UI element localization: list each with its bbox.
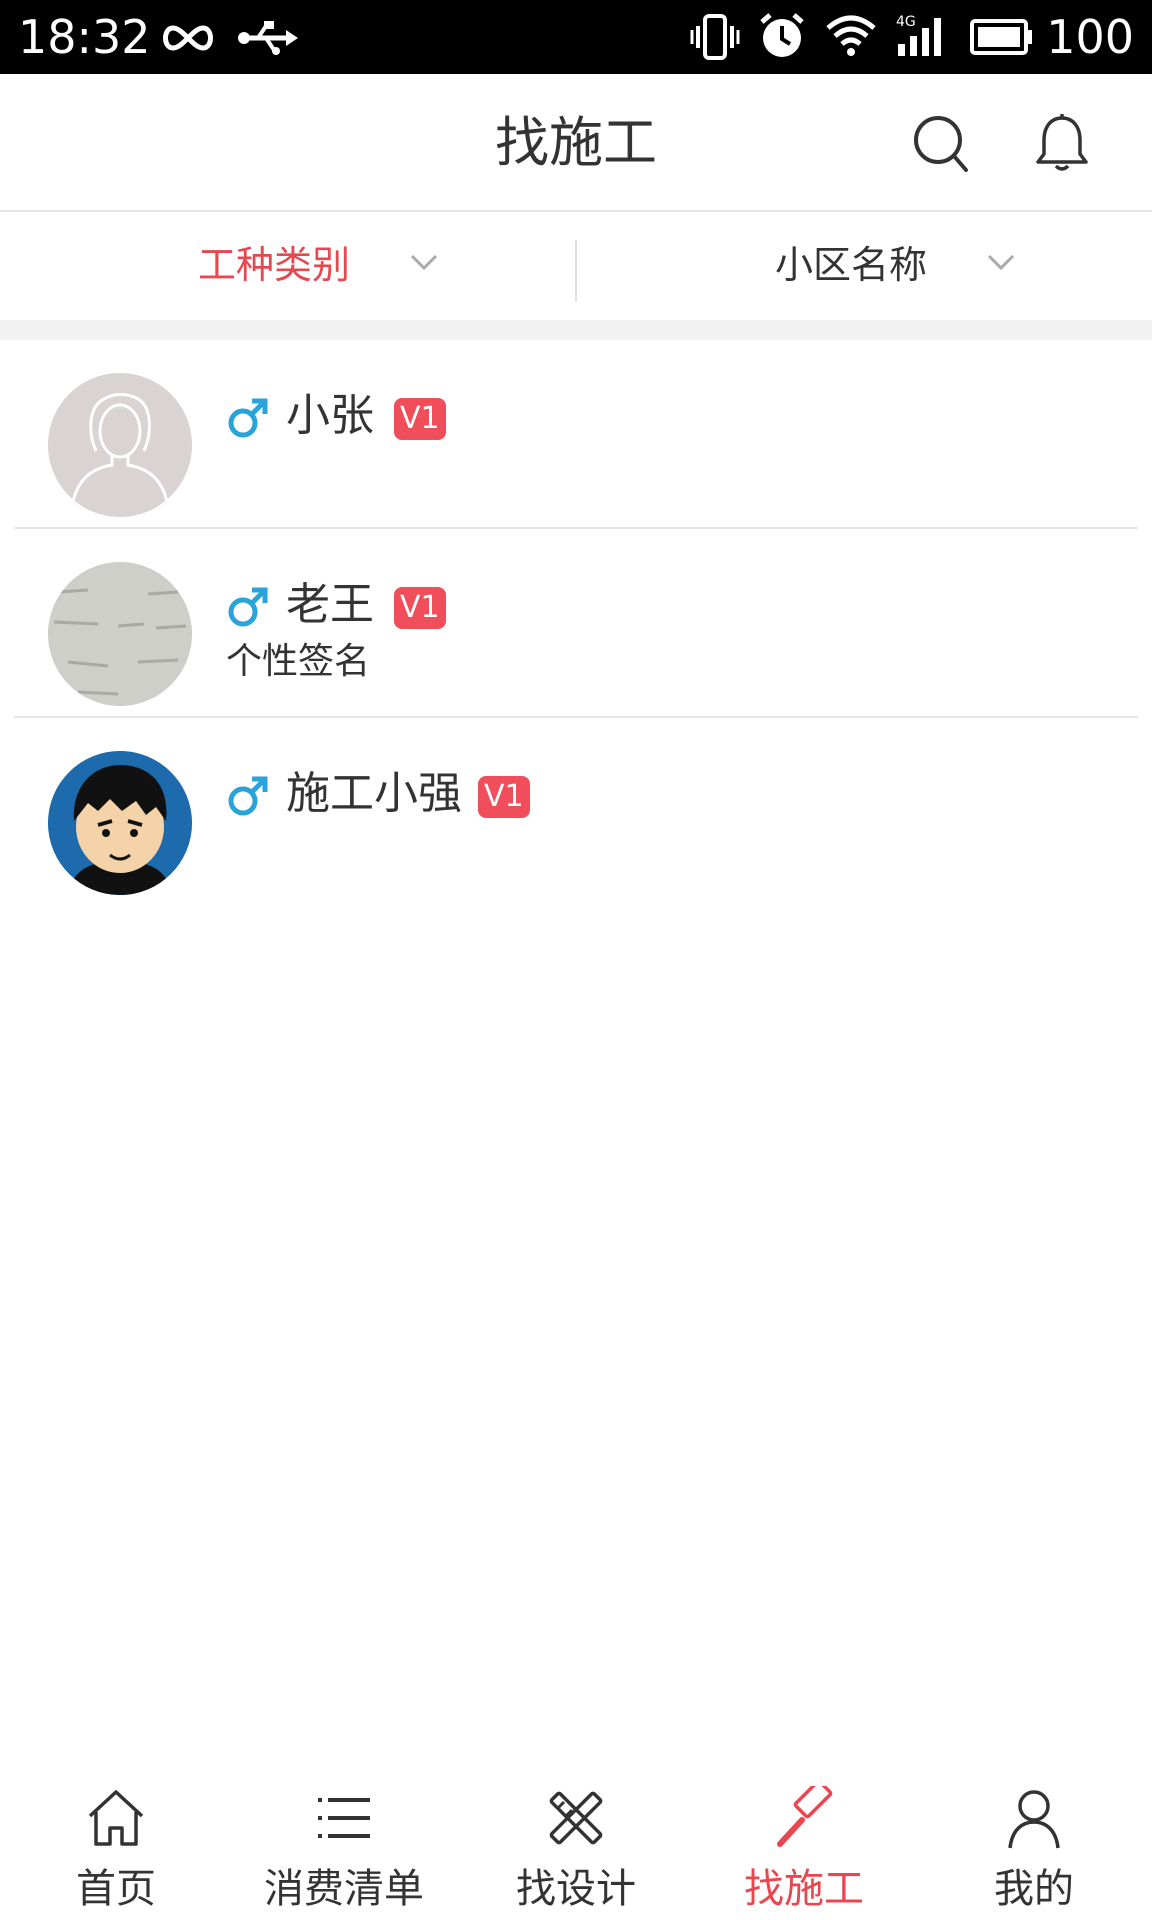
filter-label: 工种类别 — [198, 243, 351, 287]
filter-trade-type[interactable]: 工种类别 — [0, 212, 575, 320]
level-badge: V1 — [478, 776, 530, 818]
wifi-icon — [826, 15, 876, 56]
app-header: 找施工 — [0, 74, 1152, 212]
battery-icon — [970, 19, 1032, 55]
avatar — [48, 562, 192, 706]
nav-label: 找设计 — [516, 1866, 636, 1912]
svg-text:4G: 4G — [896, 14, 916, 30]
nav-label: 找施工 — [744, 1866, 864, 1912]
worker-signature: 个性签名 — [226, 641, 371, 682]
worker-list: 小张 V1 老王 V1 个性签名 施工小强 V1 — [0, 340, 1152, 907]
filter-label: 小区名称 — [775, 243, 928, 287]
search-icon[interactable] — [910, 112, 974, 176]
worker-name: 小张 — [286, 390, 374, 441]
list-icon — [318, 1798, 370, 1838]
nav-item-find-construction[interactable]: 找施工 — [724, 1752, 884, 1920]
alarm-icon — [760, 13, 804, 57]
page-title: 找施工 — [495, 111, 657, 174]
level-badge: V1 — [394, 398, 446, 440]
male-icon — [228, 587, 268, 627]
battery-level: 100 — [1046, 10, 1134, 64]
level-badge: V1 — [394, 587, 446, 629]
chevron-down-icon — [987, 254, 1015, 271]
bottom-nav: 首页 消费清单 找设计 找施工 我的 — [0, 1752, 1152, 1920]
avatar — [48, 373, 192, 517]
male-icon — [228, 776, 268, 816]
nav-item-home[interactable]: 首页 — [36, 1752, 196, 1920]
nav-label: 我的 — [994, 1866, 1074, 1912]
list-item[interactable]: 小张 V1 — [0, 340, 1152, 529]
list-item[interactable]: 施工小强 V1 — [0, 718, 1152, 907]
hammer-icon — [777, 1786, 833, 1847]
vibrate-icon — [690, 14, 740, 60]
nav-label: 首页 — [76, 1866, 156, 1912]
nav-label: 消费清单 — [264, 1866, 424, 1912]
infinity-icon — [163, 25, 213, 51]
list-item[interactable]: 老王 V1 个性签名 — [0, 529, 1152, 718]
chevron-down-icon — [410, 254, 438, 271]
status-time: 18:32 — [18, 10, 151, 64]
usb-icon — [238, 21, 298, 55]
design-tools-icon — [549, 1791, 603, 1845]
filter-bar: 工种类别 小区名称 — [0, 212, 1152, 320]
nav-item-mine[interactable]: 我的 — [954, 1752, 1114, 1920]
nav-item-find-design[interactable]: 找设计 — [496, 1752, 656, 1920]
worker-name: 施工小强 — [286, 768, 462, 819]
male-icon — [228, 398, 268, 438]
section-gap — [0, 320, 1152, 340]
nav-item-expense-list[interactable]: 消费清单 — [244, 1752, 444, 1920]
home-icon — [88, 1790, 144, 1846]
worker-name: 老王 — [286, 579, 374, 630]
status-bar: 18:32 4G 100 — [0, 0, 1152, 74]
bell-icon[interactable] — [1030, 112, 1094, 176]
avatar — [48, 751, 192, 895]
filter-community-name[interactable]: 小区名称 — [577, 212, 1152, 320]
user-icon — [1008, 1790, 1060, 1849]
signal-icon: 4G — [896, 14, 941, 56]
